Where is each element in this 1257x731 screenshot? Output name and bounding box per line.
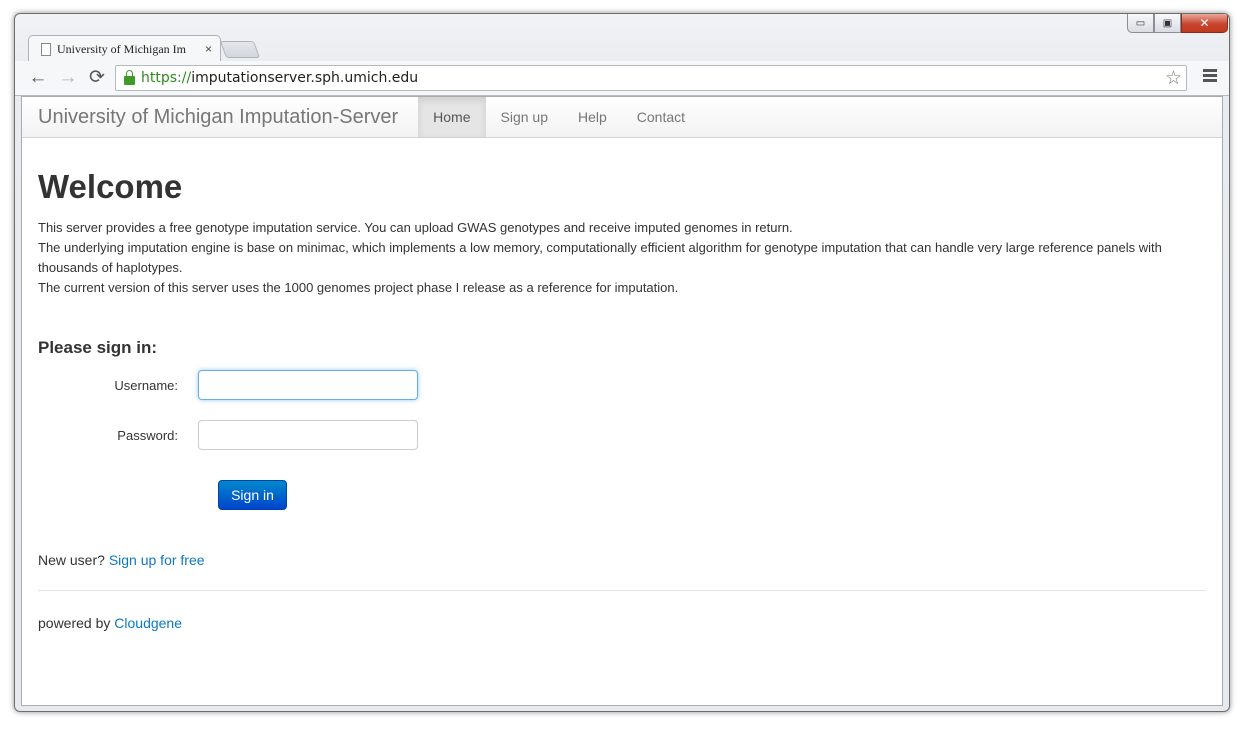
footer-divider: [38, 590, 1206, 591]
browser-tab[interactable]: University of Michigan Im ×: [28, 35, 221, 62]
browser-window: ▭ ▣ ✕ University of Michigan Im × ← → ⟳ …: [14, 13, 1230, 712]
tab-close-icon[interactable]: ×: [205, 42, 212, 56]
reload-icon[interactable]: ⟳: [86, 67, 108, 89]
window-controls: ▭ ▣ ✕: [1127, 14, 1228, 33]
password-label: Password:: [117, 427, 178, 443]
password-input[interactable]: [198, 420, 418, 450]
powered-by-text: powered by: [38, 615, 111, 631]
new-user-text: New user?: [38, 552, 105, 568]
close-window-button[interactable]: ✕: [1181, 14, 1228, 33]
password-row: Password:: [38, 420, 1206, 450]
forward-icon[interactable]: →: [57, 67, 79, 89]
intro-line: The current version of this server uses …: [38, 280, 679, 295]
username-input[interactable]: [198, 370, 418, 400]
page-icon: [41, 42, 51, 56]
address-bar[interactable]: https:// imputationserver.sph.umich.edu …: [115, 65, 1187, 91]
footer: powered by Cloudgene: [38, 615, 1206, 631]
sign-up-link[interactable]: Sign up for free: [109, 552, 205, 568]
nav-sign-up[interactable]: Sign up: [486, 97, 563, 137]
site-navbar: University of Michigan Imputation-Server…: [22, 97, 1222, 138]
back-icon[interactable]: ←: [27, 67, 49, 89]
signin-heading: Please sign in:: [38, 338, 158, 357]
sign-in-button[interactable]: Sign in: [218, 480, 287, 510]
page-viewport: University of Michigan Imputation-Server…: [21, 96, 1223, 706]
intro-line: This server provides a free genotype imp…: [38, 220, 793, 235]
bookmark-star-icon[interactable]: ☆: [1165, 67, 1182, 89]
new-tab-button[interactable]: [219, 41, 261, 58]
url-scheme: https://: [141, 70, 192, 86]
intro-line: The underlying imputation engine is base…: [38, 240, 1162, 275]
intro-text: This server provides a free genotype imp…: [38, 218, 1206, 298]
new-user-line: New user? Sign up for free: [38, 552, 1206, 568]
main-content: Welcome This server provides a free geno…: [22, 170, 1222, 631]
browser-toolbar: ← → ⟳ https:// imputationserver.sph.umic…: [15, 61, 1229, 96]
site-brand[interactable]: University of Michigan Imputation-Server: [22, 97, 418, 137]
lock-icon: [124, 70, 135, 85]
tab-title: University of Michigan Im: [57, 41, 186, 56]
maximize-button[interactable]: ▣: [1154, 14, 1181, 33]
nav-help[interactable]: Help: [563, 97, 622, 137]
username-label: Username:: [114, 377, 178, 393]
nav-home[interactable]: Home: [418, 97, 486, 137]
page-title: Welcome: [38, 168, 183, 205]
cloudgene-link[interactable]: Cloudgene: [114, 615, 182, 631]
browser-menu-icon[interactable]: [1203, 69, 1217, 84]
minimize-button[interactable]: ▭: [1127, 14, 1154, 33]
nav-contact[interactable]: Contact: [622, 97, 700, 137]
url-host: imputationserver.sph.umich.edu: [191, 70, 419, 86]
username-row: Username:: [38, 370, 1206, 400]
